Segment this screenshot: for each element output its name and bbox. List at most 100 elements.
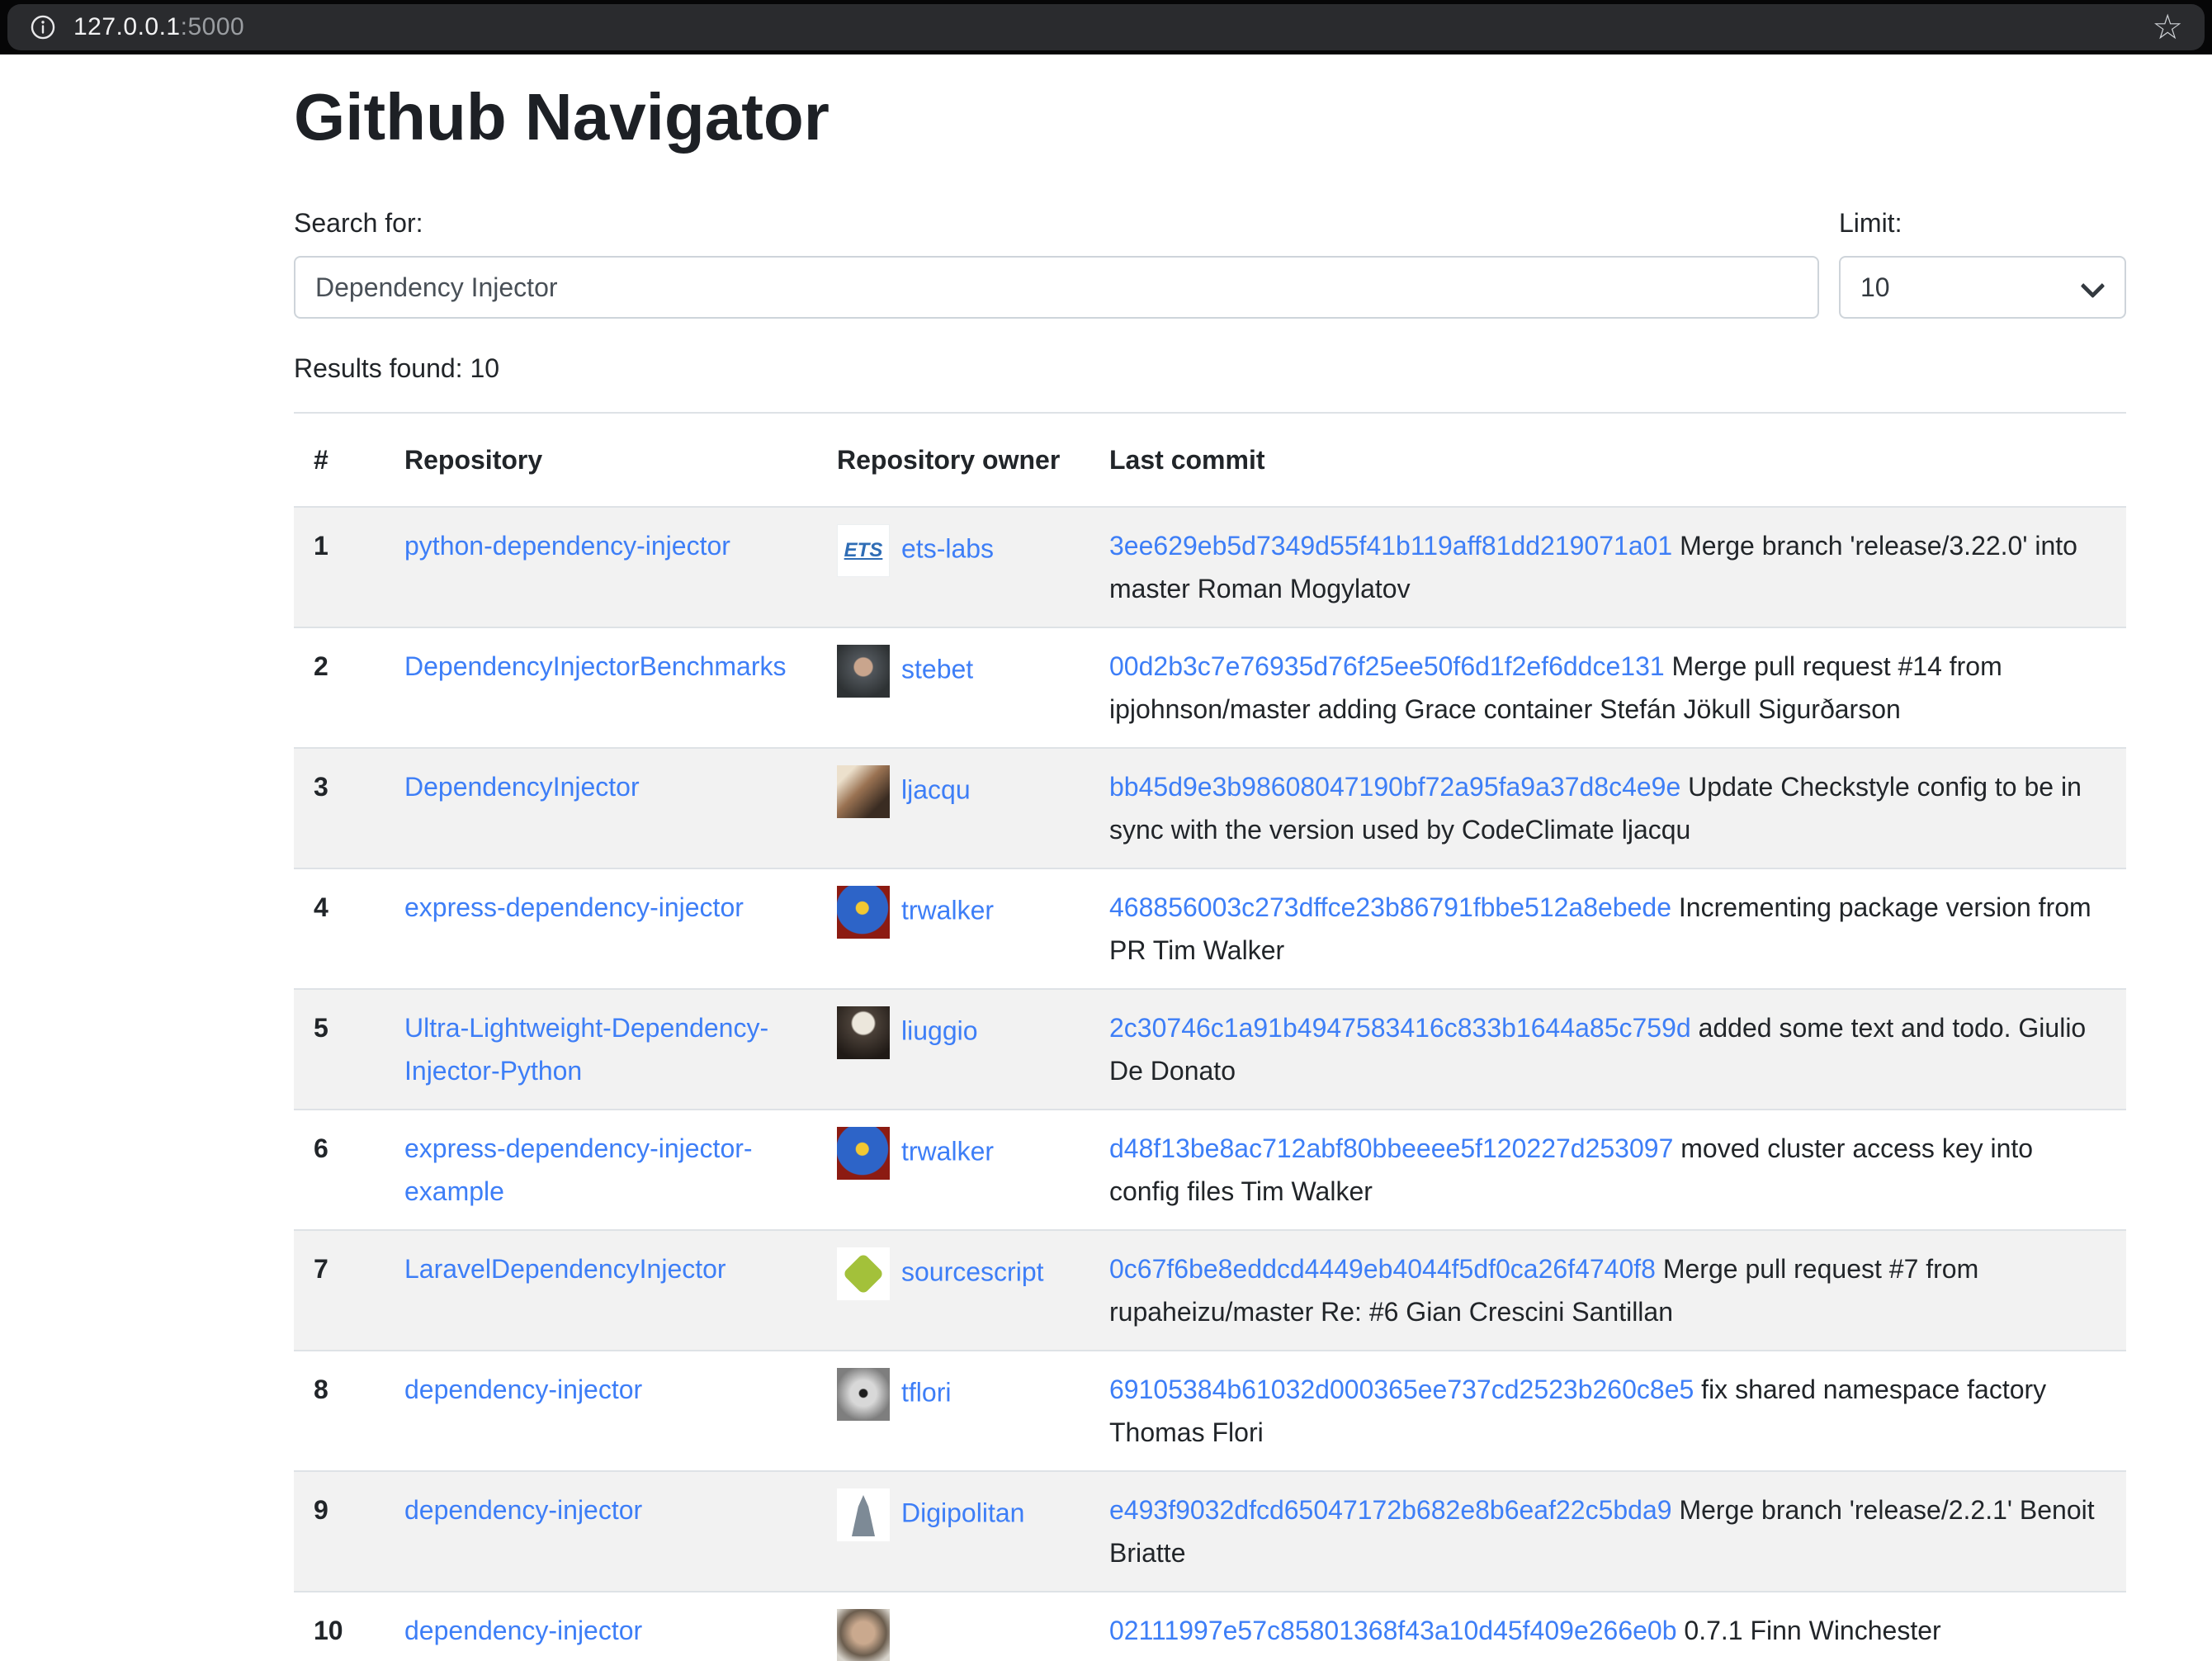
repo-link[interactable]: python-dependency-injector	[404, 531, 730, 561]
table-row: 8 dependency-injector tflori 69105384b61…	[294, 1351, 2126, 1471]
owner-avatar[interactable]	[837, 1609, 890, 1661]
repo-link[interactable]: dependency-injector	[404, 1375, 642, 1404]
owner-link[interactable]: liuggio	[901, 1015, 978, 1045]
repo-link[interactable]: LaravelDependencyInjector	[404, 1254, 726, 1284]
commit-cell: 00d2b3c7e76935d76f25ee50f6d1f2ef6ddce131…	[1089, 627, 2126, 748]
address-bar[interactable]: 127.0.0.1:5000 ☆	[7, 4, 2205, 50]
limit-label: Limit:	[1839, 203, 2126, 243]
commit-cell: e493f9032dfcd65047172b682e8b6eaf22c5bda9…	[1089, 1471, 2126, 1592]
owner-avatar[interactable]	[837, 1006, 890, 1059]
search-label: Search for:	[294, 203, 1819, 243]
repo-link[interactable]: DependencyInjector	[404, 772, 640, 802]
commit-sha-link[interactable]: d48f13be8ac712abf80bbeeee5f120227d253097	[1109, 1133, 1673, 1163]
owner-link[interactable]: Digipolitan	[901, 1498, 1024, 1527]
repo-link[interactable]: express-dependency-injector	[404, 892, 744, 922]
commit-sha-link[interactable]: 00d2b3c7e76935d76f25ee50f6d1f2ef6ddce131	[1109, 651, 1665, 681]
owner-cell: stebet	[817, 627, 1089, 748]
browser-chrome: 127.0.0.1:5000 ☆	[0, 0, 2212, 54]
repo-cell: python-dependency-injector	[385, 507, 817, 627]
owner-cell: sourcescript	[817, 1230, 1089, 1351]
repo-cell: Ultra-Lightweight-Dependency-Injector-Py…	[385, 989, 817, 1110]
owner-link[interactable]: ljacqu	[901, 774, 971, 804]
repo-cell: DependencyInjector	[385, 748, 817, 868]
commit-cell: 468856003c273dffce23b86791fbbe512a8ebede…	[1089, 868, 2126, 989]
repo-cell: dependency-injector	[385, 1592, 817, 1661]
owner-avatar[interactable]	[837, 645, 890, 698]
commit-cell: 3ee629eb5d7349d55f41b119aff81dd219071a01…	[1089, 507, 2126, 627]
owner-avatar[interactable]	[837, 1127, 890, 1180]
commit-cell: bb45d9e3b98608047190bf72a95fa9a37d8c4e9e…	[1089, 748, 2126, 868]
bookmark-star-icon[interactable]: ☆	[2152, 10, 2183, 45]
commit-sha-link[interactable]: 2c30746c1a91b4947583416c833b1644a85c759d	[1109, 1013, 1691, 1043]
commit-cell: 02111997e57c85801368f43a10d45f409e266e0b…	[1089, 1592, 2126, 1661]
search-group: Search for:	[294, 203, 1819, 319]
table-row: 7 LaravelDependencyInjector sourcescript…	[294, 1230, 2126, 1351]
owner-link[interactable]: ets-labs	[901, 533, 994, 563]
commit-sha-link[interactable]: 02111997e57c85801368f43a10d45f409e266e0b	[1109, 1616, 1677, 1645]
url-text[interactable]: 127.0.0.1:5000	[73, 13, 244, 41]
page-title: Github Navigator	[294, 78, 2126, 157]
table-row: 10 dependency-injector FinnWinchester 02…	[294, 1592, 2126, 1661]
page-content: Github Navigator Search for: Limit: 10 R…	[0, 54, 2126, 1661]
commit-sha-link[interactable]: 468856003c273dffce23b86791fbbe512a8ebede	[1109, 892, 1671, 922]
table-row: 9 dependency-injector Digipolitan e493f9…	[294, 1471, 2126, 1592]
results-summary: Results found: 10	[294, 353, 2126, 384]
commit-sha-link[interactable]: bb45d9e3b98608047190bf72a95fa9a37d8c4e9e	[1109, 772, 1680, 802]
repo-link[interactable]: dependency-injector	[404, 1495, 642, 1525]
commit-cell: 0c67f6be8eddcd4449eb4044f5df0ca26f4740f8…	[1089, 1230, 2126, 1351]
table-row: 1 python-dependency-injector ETSets-labs…	[294, 507, 2126, 627]
row-index: 8	[294, 1351, 385, 1471]
row-index: 10	[294, 1592, 385, 1661]
owner-link[interactable]: stebet	[901, 654, 973, 684]
owner-cell: trwalker	[817, 1110, 1089, 1230]
row-index: 5	[294, 989, 385, 1110]
commit-sha-link[interactable]: 3ee629eb5d7349d55f41b119aff81dd219071a01	[1109, 531, 1672, 561]
owner-avatar[interactable]: ETS	[837, 524, 890, 577]
repo-cell: express-dependency-injector	[385, 868, 817, 989]
table-row: 4 express-dependency-injector trwalker 4…	[294, 868, 2126, 989]
owner-cell: trwalker	[817, 868, 1089, 989]
owner-link[interactable]: sourcescript	[901, 1256, 1044, 1286]
owner-avatar[interactable]	[837, 1368, 890, 1421]
owner-avatar[interactable]	[837, 1247, 890, 1300]
owner-cell: tflori	[817, 1351, 1089, 1471]
commit-sha-link[interactable]: 69105384b61032d000365ee737cd2523b260c8e5	[1109, 1375, 1694, 1404]
header-repository: Repository	[385, 413, 817, 507]
owner-avatar[interactable]	[837, 765, 890, 818]
row-index: 2	[294, 627, 385, 748]
owner-link[interactable]: trwalker	[901, 895, 994, 925]
table-row: 6 express-dependency-injector-example tr…	[294, 1110, 2126, 1230]
row-index: 3	[294, 748, 385, 868]
row-index: 7	[294, 1230, 385, 1351]
repo-link[interactable]: DependencyInjectorBenchmarks	[404, 651, 786, 681]
repo-cell: express-dependency-injector-example	[385, 1110, 817, 1230]
owner-link[interactable]: tflori	[901, 1377, 951, 1407]
results-table: # Repository Repository owner Last commi…	[294, 412, 2126, 1661]
search-input[interactable]	[294, 256, 1819, 319]
owner-avatar[interactable]	[837, 886, 890, 939]
commit-sha-link[interactable]: e493f9032dfcd65047172b682e8b6eaf22c5bda9	[1109, 1495, 1672, 1525]
repo-cell: LaravelDependencyInjector	[385, 1230, 817, 1351]
commit-sha-link[interactable]: 0c67f6be8eddcd4449eb4044f5df0ca26f4740f8	[1109, 1254, 1656, 1284]
commit-message: 0.7.1 Finn Winchester	[1684, 1616, 1940, 1645]
header-last-commit: Last commit	[1089, 413, 2126, 507]
repo-link[interactable]: dependency-injector	[404, 1616, 642, 1645]
url-port: :5000	[181, 13, 245, 40]
limit-select[interactable]: 10	[1839, 256, 2126, 319]
owner-avatar[interactable]	[837, 1488, 890, 1541]
table-row: 3 DependencyInjector ljacqu bb45d9e3b986…	[294, 748, 2126, 868]
row-index: 4	[294, 868, 385, 989]
owner-cell: Digipolitan	[817, 1471, 1089, 1592]
row-index: 6	[294, 1110, 385, 1230]
repo-cell: dependency-injector	[385, 1471, 817, 1592]
owner-cell: FinnWinchester	[817, 1592, 1089, 1661]
repo-link[interactable]: express-dependency-injector-example	[404, 1133, 753, 1206]
search-form: Search for: Limit: 10	[294, 203, 2126, 319]
table-header-row: # Repository Repository owner Last commi…	[294, 413, 2126, 507]
repo-cell: dependency-injector	[385, 1351, 817, 1471]
repo-link[interactable]: Ultra-Lightweight-Dependency-Injector-Py…	[404, 1013, 768, 1086]
owner-link[interactable]: trwalker	[901, 1136, 994, 1166]
info-icon[interactable]	[29, 13, 57, 41]
owner-cell: liuggio	[817, 989, 1089, 1110]
commit-cell: 69105384b61032d000365ee737cd2523b260c8e5…	[1089, 1351, 2126, 1471]
